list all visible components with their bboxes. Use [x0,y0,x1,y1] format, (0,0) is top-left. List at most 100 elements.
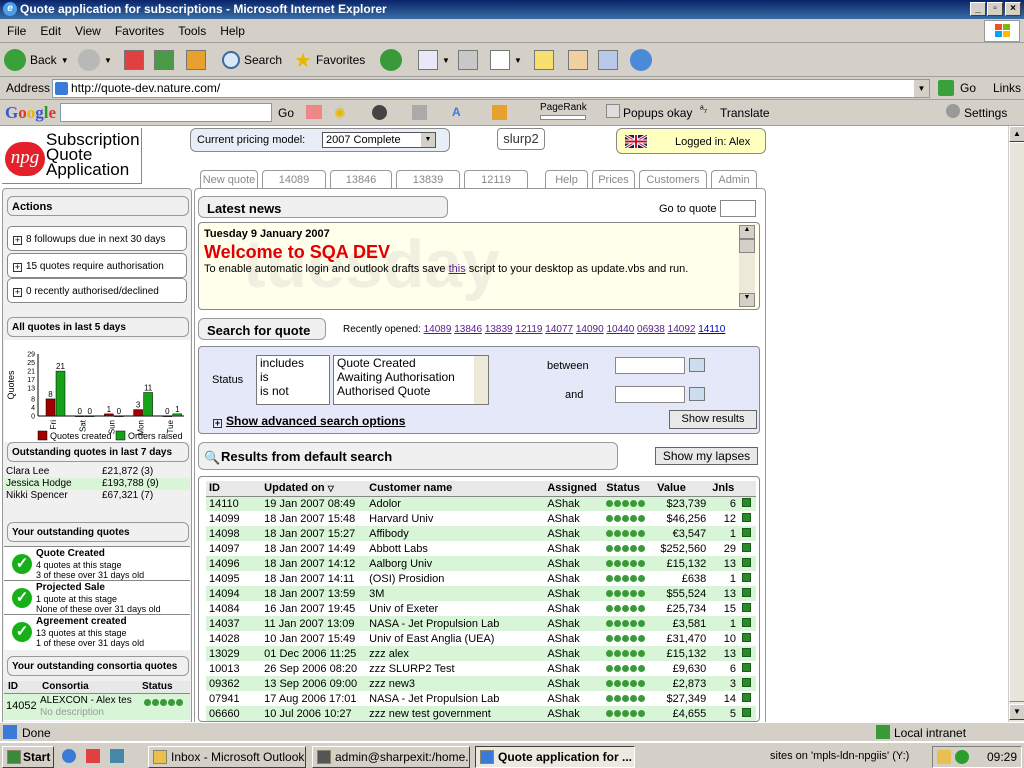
slurp-button[interactable]: slurp2 [497,128,545,150]
listbox-scrollbar[interactable] [474,356,488,404]
autofill-icon[interactable] [492,105,507,120]
excel-export-icon[interactable] [741,647,751,657]
edit-button[interactable]: ▼ [490,48,522,72]
table-row[interactable]: 14110 19 Jan 2007 08:49 Adolor AShak $23,739… [206,496,756,511]
research-button[interactable] [598,48,618,72]
start-button[interactable]: Start [2,746,54,768]
action-recently-authorised[interactable]: +0 recently authorised/declined [7,278,187,303]
mail-button[interactable]: ▼ [418,48,450,72]
recent-link[interactable]: 14092 [668,324,696,335]
show-results-button[interactable]: Show results [669,410,757,429]
maximize-button[interactable]: ▫ [987,2,1003,16]
col-status[interactable]: Status [603,481,654,496]
cell-excel[interactable] [738,586,756,601]
favorites-button[interactable]: ★ Favorites [294,48,365,72]
menu-view[interactable]: View [68,19,108,38]
excel-export-icon[interactable] [741,527,751,537]
ie-quicklaunch-icon[interactable] [62,749,76,763]
table-row[interactable]: 14037 11 Jan 2007 13:09 NASA - Jet Propuls… [206,616,756,631]
settings-button[interactable]: Settings [964,106,1007,120]
table-row[interactable]: 14095 18 Jan 2007 14:11 (OSI) Prosidion ASh… [206,571,756,586]
globe-icon[interactable] [372,105,387,120]
table-row[interactable]: 10013 26 Sep 2006 08:20 zzz SLURP2 Test ASh… [206,661,756,676]
task-terminal[interactable]: admin@sharpexit:/home... [312,746,470,768]
excel-export-icon[interactable] [741,632,751,642]
go-arrow-icon[interactable] [938,80,954,96]
recent-link[interactable]: 14077 [545,324,573,335]
col-jnls[interactable]: Jnls [709,481,739,496]
cell-excel[interactable] [738,556,756,571]
cell-excel[interactable] [738,526,756,541]
tab-help[interactable]: Help [545,170,588,188]
sun-icon[interactable]: ✺ [334,105,346,122]
recent-link[interactable]: 14090 [576,324,604,335]
cell-excel[interactable] [739,571,756,586]
table-row[interactable]: 06660 10 Jul 2006 10:27 zzz new test gover… [206,706,756,721]
recent-link[interactable]: 13846 [454,324,482,335]
col-id[interactable]: ID [206,481,261,496]
google-search-input[interactable] [60,103,272,122]
print-button[interactable] [458,48,478,72]
excel-export-icon[interactable] [741,572,751,582]
show-lapses-button[interactable]: Show my lapses [655,447,758,465]
address-dropdown-icon[interactable]: ▼ [914,80,929,97]
menu-tools[interactable]: Tools [171,19,213,38]
calendar-icon[interactable] [689,358,705,372]
table-row[interactable]: 14097 18 Jan 2007 14:49 Abbott Labs AShak $2… [206,541,756,556]
cell-excel[interactable] [738,646,756,661]
stage-quote-created[interactable]: ✓ Quote Created 4 quotes at this stage 3… [4,546,190,580]
tab-customers[interactable]: Customers [639,170,707,188]
go-button[interactable]: Go [960,81,976,95]
excel-export-icon[interactable] [741,587,751,597]
minimize-button[interactable]: _ [970,2,986,16]
desktop-quicklaunch-icon[interactable] [110,749,124,763]
excel-export-icon[interactable] [741,692,751,702]
tab-quote-14089[interactable]: 14089 [262,170,326,188]
recent-link[interactable]: 12119 [515,324,542,335]
spell-icon[interactable]: A [452,105,467,120]
date-from-input[interactable] [615,357,685,374]
tab-prices[interactable]: Prices [592,170,635,188]
date-to-input[interactable] [615,386,685,403]
cell-excel[interactable] [738,706,756,721]
task-outlook[interactable]: Inbox - Microsoft Outlook [148,746,306,768]
col-assigned[interactable]: Assigned [544,481,603,496]
table-row[interactable]: 14096 18 Jan 2007 14:12 Aalborg Univ AShak £… [206,556,756,571]
recent-link[interactable]: 13839 [485,324,513,335]
menu-favorites[interactable]: Favorites [108,19,171,38]
table-row[interactable]: 09362 13 Sep 2006 09:00 zzz new3 AShak £2,87… [206,676,756,691]
task-ie[interactable]: Quote application for ... [475,746,635,768]
translate-button[interactable]: Translate [720,106,770,120]
table-row[interactable]: 14028 10 Jan 2007 15:49 Univ of East Angli… [206,631,756,646]
close-button[interactable]: × [1005,2,1021,16]
menu-file[interactable]: File [0,19,33,38]
col-updated[interactable]: Updated on ▽ [261,481,366,496]
action-followups[interactable]: +8 followups due in next 30 days [7,226,187,251]
refresh-button[interactable] [154,48,174,72]
table-row[interactable]: 14094 18 Jan 2007 13:59 3M AShak $55,524 13 [206,586,756,601]
tab-quote-13839[interactable]: 13839 [396,170,460,188]
app-logo[interactable]: npg Subscription Quote Application [2,128,142,184]
menu-help[interactable]: Help [213,19,252,38]
stage-projected-sale[interactable]: ✓ Projected Sale 1 quote at this stage N… [4,580,190,614]
recent-link[interactable]: 10440 [606,324,634,335]
scroll-down-icon[interactable]: ▼ [1009,704,1024,720]
tools-icon[interactable] [412,105,427,120]
excel-export-icon[interactable] [741,542,751,552]
tab-admin[interactable]: Admin [711,170,757,188]
table-row[interactable]: 14098 18 Jan 2007 15:27 Affibody AShak €3,54… [206,526,756,541]
scroll-up-icon[interactable]: ▲ [1009,126,1024,142]
script-link[interactable]: this [449,263,466,275]
messenger-button[interactable] [630,48,652,72]
list-item[interactable]: Clara Lee £21,872 (3) [4,466,190,478]
excel-export-icon[interactable] [741,677,751,687]
cell-excel[interactable] [739,631,756,646]
highlight-icon[interactable] [306,105,322,119]
history-button[interactable] [380,48,402,72]
excel-export-icon[interactable] [741,662,751,672]
tab-new-quote[interactable]: New quote [200,170,258,188]
table-row[interactable]: 14099 18 Jan 2007 15:48 Harvard Univ AShak $… [206,511,756,526]
app-quicklaunch-icon[interactable] [86,749,100,763]
excel-export-icon[interactable] [741,602,751,612]
excel-export-icon[interactable] [741,707,751,717]
